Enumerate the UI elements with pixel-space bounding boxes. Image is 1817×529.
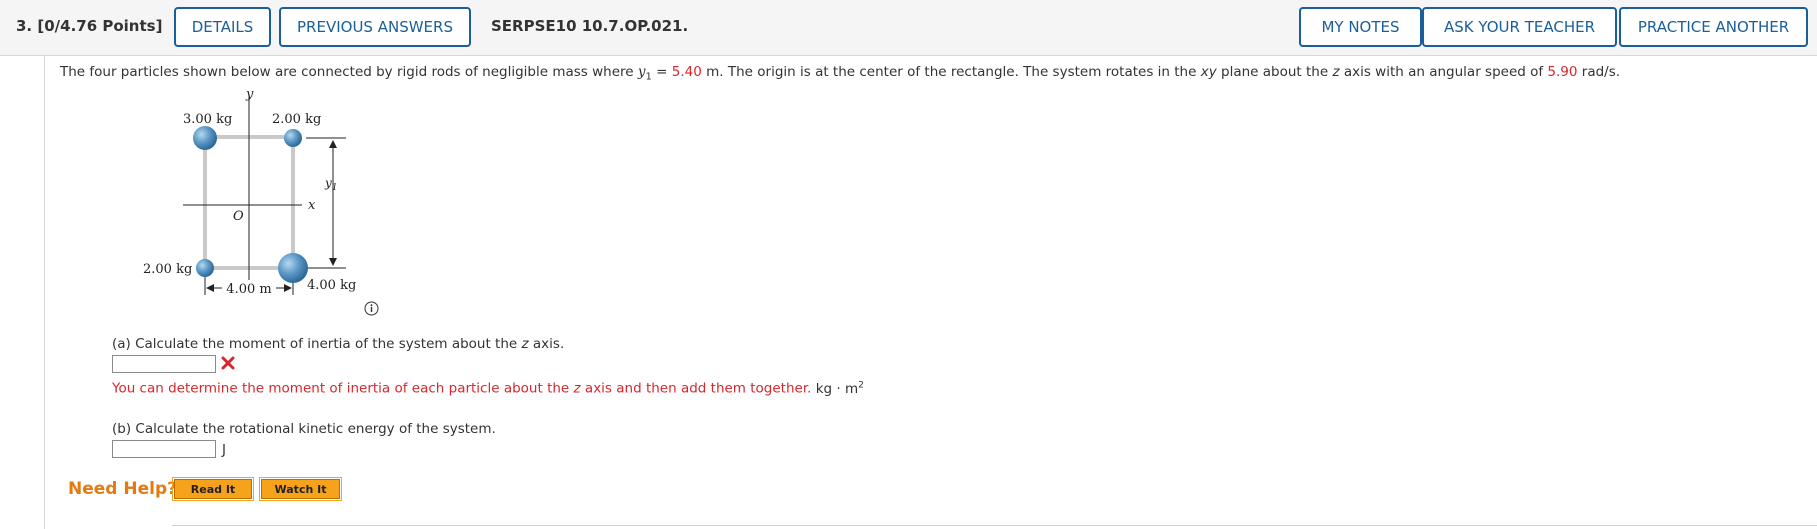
mass-bottom-left-label: 2.00 kg [143,262,192,277]
mass-bottom-right-label: 4.00 kg [307,278,356,293]
particle-top-left [193,126,217,150]
y-axis-label: y [245,87,254,102]
width-arrow-left [206,284,214,292]
left-border [44,56,45,529]
y1-value: 5.40 [671,64,702,80]
need-help-label: Need Help? [68,479,177,499]
y1-arrow-up [329,140,337,148]
y1-arrow-down [329,258,337,266]
read-it-button[interactable]: Read It [172,477,254,501]
part-a-hint: You can determine the moment of inertia … [112,380,864,397]
question-header: 3. [0/4.76 Points] DETAILS PREVIOUS ANSW… [0,0,1817,56]
question-points: 3. [0/4.76 Points] [16,17,163,35]
y1-label: y1 [324,176,338,193]
my-notes-button[interactable]: MY NOTES [1299,7,1422,47]
part-a-prompt: (a) Calculate the moment of inertia of t… [112,336,565,352]
part-b-answer-input[interactable] [112,440,216,458]
bottom-divider [172,525,1817,526]
previous-answers-button[interactable]: PREVIOUS ANSWERS [279,7,471,47]
part-b-unit: J [222,442,226,458]
problem-statement: The four particles shown below are conne… [60,64,1621,83]
part-a-answer-input[interactable] [112,355,216,373]
particle-bottom-right [278,253,308,283]
x-axis-label: x [308,198,316,213]
width-label: 4.00 m [226,282,271,297]
part-a-unit: kg · m2 [815,380,864,397]
question-id: SERPSE10 10.7.OP.021. [491,17,689,35]
info-icon[interactable] [364,301,379,316]
part-b-prompt: (b) Calculate the rotational kinetic ene… [112,421,496,437]
details-button[interactable]: DETAILS [174,7,271,47]
mass-top-right-label: 2.00 kg [272,112,321,127]
ask-teacher-button[interactable]: ASK YOUR TEACHER [1422,7,1617,47]
particles-diagram: y x O y1 4.00 m 3.00 kg 2.00 kg 2.00 kg … [143,87,356,297]
practice-another-button[interactable]: PRACTICE ANOTHER [1619,7,1808,47]
origin-label: O [233,209,244,224]
incorrect-x-icon [221,356,235,370]
watch-it-button[interactable]: Watch It [259,477,342,501]
particle-top-right [284,129,302,147]
mass-top-left-label: 3.00 kg [183,112,232,127]
particle-bottom-left [196,259,214,277]
width-arrow-right [284,284,292,292]
omega-value: 5.90 [1547,64,1578,80]
